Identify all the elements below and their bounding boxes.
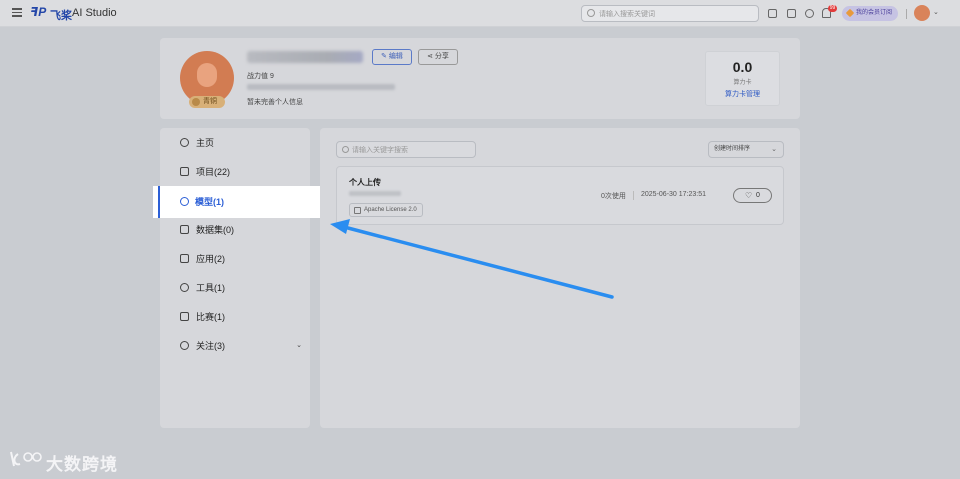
- power-value: 战力值 9: [247, 73, 274, 80]
- sidebar-item-label: 工具(1): [196, 283, 225, 293]
- paddle-logo-icon[interactable]: ꟻP: [30, 5, 46, 19]
- compute-label: 算力卡: [733, 80, 752, 86]
- sidebar-item-label: 比赛(1): [196, 312, 225, 322]
- model-title[interactable]: 个人上传: [349, 177, 381, 188]
- model-icon: [180, 197, 189, 206]
- model-card[interactable]: 个人上传 Apache License 2.0 0次使用 2025-06-30 …: [336, 166, 784, 225]
- username-blurred: [247, 51, 363, 63]
- sidebar-item-models[interactable]: 模型(1): [153, 186, 321, 218]
- share-button[interactable]: ⋖ 分享: [418, 49, 458, 65]
- dataset-icon: [180, 225, 189, 234]
- sidebar: 主页 项目(22) 数据集(0) 应用(2) 工具(1) 比赛(1) 关注(3)…: [160, 128, 310, 428]
- compute-manage-link[interactable]: 算力卡管理: [706, 89, 779, 99]
- usage-count: 0次使用: [601, 193, 626, 200]
- created-date: 2025-06-30 17:23:51: [641, 191, 706, 198]
- user-icon: [180, 341, 189, 350]
- home-icon: [180, 138, 189, 147]
- logo-text[interactable]: 飞桨: [50, 7, 72, 23]
- global-search-input[interactable]: 请输入搜索关键词: [581, 5, 759, 22]
- sort-select[interactable]: 创建时间排序 ⌄: [708, 141, 784, 158]
- trophy-icon: [180, 312, 189, 321]
- sidebar-item-competitions[interactable]: 比赛(1): [160, 306, 310, 328]
- watermark-logo-icon: [10, 451, 42, 467]
- edit-label: 编辑: [388, 53, 403, 60]
- keyword-search-input[interactable]: 请输入关键字搜索: [336, 141, 476, 158]
- sidebar-item-tools[interactable]: 工具(1): [160, 277, 310, 299]
- watermark-text: 大数跨境: [46, 455, 118, 474]
- avatar-figure-icon: [197, 63, 217, 87]
- bio-text: 暂未完善个人信息: [247, 99, 303, 106]
- edit-button[interactable]: ✎ 编辑: [372, 49, 412, 65]
- sidebar-item-home[interactable]: 主页: [160, 132, 310, 154]
- help-icon[interactable]: [805, 9, 814, 18]
- model-desc-blurred: [349, 191, 401, 196]
- sidebar-item-following[interactable]: 关注(3) ⌄: [160, 335, 310, 357]
- sidebar-item-label: 数据集(0): [196, 225, 234, 235]
- sidebar-item-label: 主页: [196, 138, 215, 148]
- divider: [906, 9, 907, 19]
- compute-value: 0.0: [732, 59, 753, 75]
- project-icon: [180, 167, 189, 176]
- sidebar-item-apps[interactable]: 应用(2): [160, 248, 310, 270]
- app-icon: [180, 254, 189, 263]
- user-avatar[interactable]: [914, 5, 930, 21]
- info-blurred: [247, 84, 395, 90]
- rank-badge: 青铜: [189, 96, 225, 108]
- chevron-down-icon: ⌄: [771, 146, 777, 153]
- search-icon: [342, 146, 349, 153]
- compute-card-panel: 0.0 算力卡 算力卡管理: [705, 51, 780, 106]
- main-content: 请输入关键字搜索 创建时间排序 ⌄ 个人上传 Apache License 2.…: [320, 128, 800, 428]
- sidebar-item-label: 项目(22): [196, 167, 231, 177]
- notification-badge: 99: [828, 5, 837, 12]
- sidebar-item-label: 模型(1): [195, 197, 224, 207]
- divider: [633, 191, 634, 200]
- chevron-down-icon[interactable]: ⌄: [296, 335, 302, 357]
- sort-label: 创建时间排序: [714, 146, 751, 152]
- tool-icon: [180, 283, 189, 292]
- search-placeholder: 请输入搜索关键词: [599, 11, 655, 18]
- chevron-down-icon[interactable]: ⌄: [933, 8, 939, 16]
- profile-card: 青铜 ✎ 编辑 ⋖ 分享 战力值 9 暂未完善个人信息 0.0 算力卡 算力卡管…: [160, 38, 800, 119]
- sidebar-item-label: 关注(3): [196, 341, 225, 351]
- sidebar-item-label: 应用(2): [196, 254, 225, 264]
- like-button[interactable]: 0: [733, 188, 772, 203]
- search-placeholder: 请输入关键字搜索: [352, 147, 408, 154]
- monitor-icon[interactable]: [787, 9, 796, 18]
- active-indicator: [158, 186, 160, 218]
- top-bar: ꟻP 飞桨 AI Studio 请输入搜索关键词 99 我的会员订阅 ⌄: [0, 0, 960, 27]
- app-title[interactable]: AI Studio: [72, 7, 117, 19]
- translate-icon[interactable]: [768, 9, 777, 18]
- sidebar-item-datasets[interactable]: 数据集(0): [160, 219, 310, 241]
- subscription-button[interactable]: 我的会员订阅: [842, 6, 898, 21]
- menu-icon[interactable]: [12, 8, 22, 17]
- share-label: 分享: [434, 53, 449, 60]
- license-tag: Apache License 2.0: [349, 203, 423, 217]
- search-icon: [587, 9, 595, 17]
- sidebar-item-projects[interactable]: 项目(22): [160, 161, 310, 183]
